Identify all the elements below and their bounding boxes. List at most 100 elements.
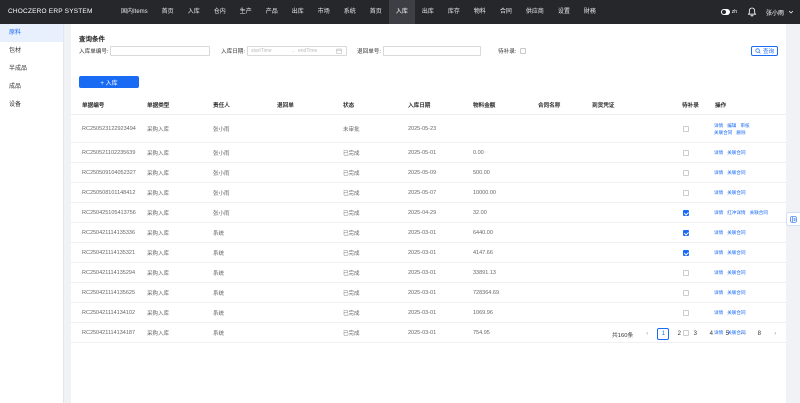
pending-row-checkbox[interactable] [683,169,689,176]
add-inbound-button[interactable]: + 入库 [79,76,139,88]
row-action-link[interactable]: 关联合同 [727,309,745,316]
page-button[interactable]: 3 [689,328,701,340]
row-action-link[interactable]: 详情 [714,289,723,296]
cell-status: 未审批 [343,126,360,133]
nav-item-0[interactable]: 国内Items [114,0,155,24]
sidebar-item-0[interactable]: 原料 [0,24,63,42]
row-action-link[interactable]: 详情 [714,149,723,156]
nav-item-3[interactable]: 仓内 [207,0,233,24]
nav-item-17[interactable]: 財務 [577,0,603,24]
row-action-link[interactable]: 详情 [714,269,723,276]
sidebar-item-3[interactable]: 成品 [0,78,63,96]
nav-item-11[interactable]: 出库 [415,0,441,24]
row-action-link[interactable]: 详情 [714,209,723,216]
row-action-link[interactable]: 详情 [714,249,723,256]
nav-item-9[interactable]: 首页 [363,0,389,24]
row-action-link[interactable]: 关联合同 [727,289,745,296]
chevron-down-icon[interactable] [788,9,794,15]
nav-item-12[interactable]: 库存 [441,0,467,24]
page-button[interactable]: 4 [705,328,717,340]
row-action-link[interactable]: 删除 [736,129,745,136]
main-content: 查询条件 入库单编号: 入库日期: startTime → endTime 退回… [71,24,786,403]
nav-item-2[interactable]: 入库 [181,0,207,24]
nav-item-1[interactable]: 首页 [155,0,181,24]
nav-item-14[interactable]: 合同 [493,0,519,24]
cell-id: RC25052312292349​4 [82,125,136,132]
cell-amount: 754.95 [473,329,490,336]
pending-row-checkbox[interactable] [683,269,689,276]
cell-amount: 32.00 [473,209,487,216]
row-action-link[interactable]: 详情 [714,309,723,316]
nav-item-8[interactable]: 系统 [337,0,363,24]
nav-item-13[interactable]: 物料 [467,0,493,24]
prev-page-button[interactable]: ‹ [641,328,653,340]
row-action-link[interactable]: 详情 [714,229,723,236]
cell-id: RC250509104052327 [82,169,136,176]
page-button[interactable]: ··· [737,328,749,340]
cell-id: RC250421114135294 [82,269,136,276]
return-no-label: 退回单号: [357,49,381,55]
nav-item-5[interactable]: 产品 [259,0,285,24]
nav-item-16[interactable]: 设置 [551,0,577,24]
sidebar-item-1[interactable]: 包材 [0,42,63,60]
nav-item-6[interactable]: 出库 [285,0,311,24]
language-label[interactable]: zh [732,9,737,15]
page-button[interactable]: 2 [673,328,685,340]
nav-item-7[interactable]: 市场 [311,0,337,24]
floating-panel-button[interactable] [786,212,800,226]
cell-date: 2025-03-01 [408,249,437,256]
pagination-total: 共160条 [612,332,634,339]
user-name[interactable]: 张小雨 [766,8,784,17]
pending-row-checkbox[interactable] [683,249,689,256]
nav-item-10[interactable]: 入库 [388,0,415,24]
bell-icon[interactable] [747,7,757,17]
pending-row-checkbox[interactable] [683,229,689,236]
inbound-no-input[interactable] [110,46,210,56]
sidebar-item-2[interactable]: 半成品 [0,60,63,78]
cell-id: RC250425105413756 [82,209,136,216]
return-no-input[interactable] [383,46,481,56]
inbound-no-label: 入库单编号: [79,49,109,55]
row-action-link[interactable]: 编辑 [727,122,736,129]
row-action-link[interactable]: 详情 [714,189,723,196]
row-action-link[interactable]: 审核 [740,122,749,129]
pending-checkbox[interactable] [520,48,526,54]
row-action-link[interactable]: 关联合同 [750,209,768,216]
page-button[interactable]: 1 [657,328,670,340]
nav-item-4[interactable]: 生产 [233,0,259,24]
row-action-link[interactable]: 关联合同 [727,249,745,256]
inbound-date-range[interactable]: startTime → endTime [247,46,347,56]
row-action-link[interactable]: 关联合同 [727,229,745,236]
cell-type: 采购入库 [147,290,170,297]
sidebar-item-4[interactable]: 设备 [0,96,63,114]
query-section-title: 查询条件 [79,36,105,43]
row-action-link[interactable]: 关联合同 [727,169,745,176]
row-action-link[interactable]: 关联合同 [727,269,745,276]
page-button[interactable]: 5 [721,328,733,340]
row-action-link[interactable]: 关联合同 [727,149,745,156]
column-header-5: 入库日期 [408,103,431,109]
row-action-link[interactable]: 关联合同 [727,189,745,196]
cell-date: 2025-04-29 [408,209,437,216]
search-button[interactable]: 查询 [751,46,779,56]
next-page-button[interactable]: › [769,328,781,340]
pending-row-checkbox[interactable] [683,125,689,132]
theme-toggle[interactable] [720,9,730,15]
cell-amount: 500.00 [473,169,490,176]
column-header-2: 责任人 [213,103,230,109]
cell-owner: 张小雨 [213,190,230,197]
page-button[interactable]: 8 [753,328,765,340]
cell-status: 已完成 [343,210,360,217]
cell-type: 采购入库 [147,150,170,157]
nav-item-15[interactable]: 供应商 [519,0,551,24]
row-action-link[interactable]: 详情 [714,169,723,176]
pending-row-checkbox[interactable] [683,189,689,196]
pending-row-checkbox[interactable] [683,309,689,316]
row-action-link[interactable]: 详情 [714,122,723,129]
pending-row-checkbox[interactable] [683,209,689,216]
row-action-link[interactable]: 关联合同 [714,129,732,136]
pending-row-checkbox[interactable] [683,149,689,156]
column-header-0: 单据编号 [82,103,105,109]
pending-row-checkbox[interactable] [683,289,689,296]
row-action-link[interactable]: 红冲详情 [727,209,745,216]
